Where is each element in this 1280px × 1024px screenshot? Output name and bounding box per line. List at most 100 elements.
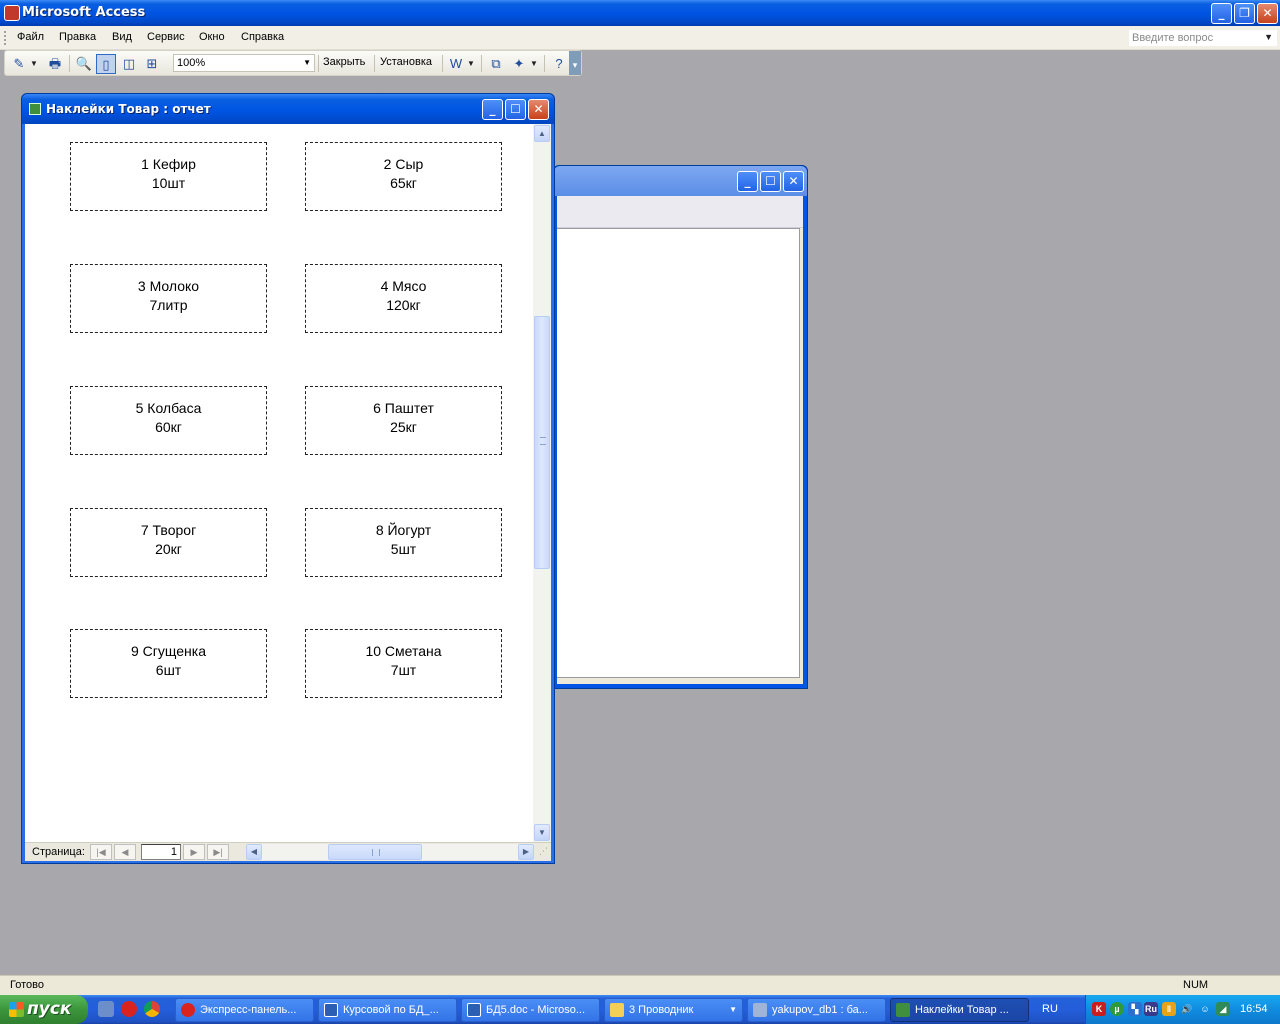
new-object-icon[interactable]: ✦: [509, 54, 529, 74]
page-setup-button[interactable]: Установка: [380, 56, 432, 68]
volume-icon[interactable]: 🔊: [1180, 1002, 1194, 1016]
page-number-input[interactable]: 1: [141, 844, 181, 860]
task-label: Наклейки Товар ...: [915, 1004, 1009, 1016]
close-preview-button[interactable]: Закрыть: [323, 56, 365, 68]
zoom-dropdown-icon[interactable]: ▼: [303, 58, 311, 67]
report-window[interactable]: Наклейки Товар : отчет _ ☐ ✕ 1 Кефир 10ш…: [21, 93, 555, 864]
dropdown-arrow-icon[interactable]: ▼: [1264, 32, 1273, 42]
close-button[interactable]: ✕: [528, 99, 549, 120]
office-links-dropdown-icon[interactable]: ▼: [466, 54, 476, 74]
torrent-icon[interactable]: µ: [1110, 1002, 1124, 1016]
database-window-content[interactable]: [557, 228, 800, 678]
task-database[interactable]: yakupov_db1 : ба...: [747, 998, 886, 1022]
nvidia-icon[interactable]: ◢: [1216, 1002, 1230, 1016]
menu-window[interactable]: Окно: [199, 31, 225, 43]
vertical-scrollbar[interactable]: ▲ ▼: [533, 124, 551, 842]
clock[interactable]: 16:54: [1240, 1003, 1268, 1015]
network-icon[interactable]: ▚: [1128, 1002, 1142, 1016]
maximize-button[interactable]: ☐: [505, 99, 526, 120]
maximize-button[interactable]: ☐: [760, 171, 781, 192]
vertical-scroll-thumb[interactable]: [534, 316, 550, 569]
report-icon[interactable]: [29, 103, 41, 115]
last-page-icon[interactable]: ▶|: [207, 844, 229, 860]
two-pages-icon[interactable]: ◫: [119, 54, 139, 74]
toolbar-options-icon[interactable]: ▾: [569, 51, 581, 75]
app-titlebar: Microsoft Access _ ❐ ✕: [0, 0, 1280, 26]
task-express-panel[interactable]: Экспресс-панель...: [175, 998, 314, 1022]
thumb-grip: [372, 849, 380, 856]
minimize-button[interactable]: _: [1211, 3, 1232, 24]
report-window-body: 1 Кефир 10шт 2 Сыр 65кг 3 Молоко 7литр 4…: [25, 124, 551, 861]
report-page[interactable]: 1 Кефир 10шт 2 Сыр 65кг 3 Молоко 7литр 4…: [25, 124, 533, 842]
antivirus-icon[interactable]: K: [1092, 1002, 1106, 1016]
office-links-icon[interactable]: W: [446, 54, 466, 74]
label-name: 10 Сметана: [365, 643, 442, 659]
print-icon[interactable]: 🖶: [45, 54, 65, 74]
menu-file[interactable]: Файл: [17, 31, 44, 43]
menu-edit[interactable]: Правка: [59, 31, 96, 43]
label-quantity: 10шт: [151, 175, 186, 191]
toolbar-separator: [69, 55, 70, 72]
close-button[interactable]: ✕: [783, 171, 804, 192]
ask-question-placeholder: Введите вопрос: [1132, 32, 1214, 44]
database-window[interactable]: _ ☐ ✕: [553, 165, 808, 689]
resize-grip-icon[interactable]: ⋰: [539, 846, 551, 858]
language-indicator[interactable]: RU: [1042, 1003, 1058, 1015]
view-dropdown-icon[interactable]: ▼: [29, 54, 39, 74]
start-button[interactable]: пуск: [0, 995, 88, 1024]
task-bd5-doc[interactable]: БД5.doc - Microso...: [461, 998, 600, 1022]
scroll-left-icon[interactable]: ◀: [246, 844, 262, 860]
label-quantity: 20кг: [155, 541, 182, 557]
menu-tools[interactable]: Сервис: [147, 31, 185, 43]
new-object-dropdown-icon[interactable]: ▼: [529, 54, 539, 74]
windows-logo-icon: [9, 1002, 24, 1017]
menu-help[interactable]: Справка: [241, 31, 284, 43]
next-page-icon[interactable]: ▶: [183, 844, 205, 860]
database-icon: [753, 1003, 767, 1017]
product-label: 6 Паштет 25кг: [305, 386, 502, 455]
task-explorer-group[interactable]: 3 Проводник ▼: [604, 998, 743, 1022]
scroll-up-icon[interactable]: ▲: [534, 125, 550, 142]
product-label: 5 Колбаса 60кг: [70, 386, 267, 455]
zoom-icon[interactable]: 🔍: [74, 54, 94, 74]
previous-page-icon[interactable]: ◀: [114, 844, 136, 860]
chrome-icon[interactable]: [144, 1001, 160, 1017]
label-quantity: 120кг: [386, 297, 421, 313]
agent-icon[interactable]: ☺: [1198, 1002, 1212, 1016]
minimize-button[interactable]: _: [482, 99, 503, 120]
folder-icon: [610, 1003, 624, 1017]
database-window-titlebar[interactable]: _ ☐ ✕: [554, 166, 807, 196]
design-view-icon[interactable]: ✎: [9, 54, 29, 74]
task-label: Экспресс-панель...: [200, 1004, 297, 1016]
task-labels-report[interactable]: Наклейки Товар ...: [890, 998, 1029, 1022]
close-button[interactable]: ✕: [1257, 3, 1278, 24]
media-icon[interactable]: ‖: [1162, 1002, 1176, 1016]
opera-icon[interactable]: [121, 1001, 137, 1017]
tray-language-icon[interactable]: Ru: [1144, 1002, 1158, 1016]
zoom-select[interactable]: 100% ▼: [173, 54, 315, 72]
show-desktop-icon[interactable]: [98, 1001, 114, 1017]
toolbar-separator: [374, 55, 375, 72]
label-name: 2 Сыр: [383, 156, 424, 172]
menu-view[interactable]: Вид: [112, 31, 132, 43]
minimize-button[interactable]: _: [737, 171, 758, 192]
access-key-icon[interactable]: [4, 5, 20, 21]
multiple-pages-icon[interactable]: ⊞: [142, 54, 162, 74]
horizontal-scrollbar[interactable]: ◀ ▶: [246, 844, 534, 860]
scroll-right-icon[interactable]: ▶: [518, 844, 534, 860]
task-coursework-doc[interactable]: Курсовой по БД_...: [318, 998, 457, 1022]
menubar-grip[interactable]: [4, 31, 7, 45]
horizontal-scroll-thumb[interactable]: [328, 844, 422, 860]
start-label: пуск: [27, 999, 72, 1019]
help-icon[interactable]: ?: [549, 54, 569, 74]
one-page-icon[interactable]: ▯: [96, 54, 116, 74]
ask-question-input[interactable]: Введите вопрос ▼: [1128, 29, 1278, 47]
database-window-icon[interactable]: ⧉: [486, 54, 506, 74]
status-text: Готово: [10, 979, 44, 991]
first-page-icon[interactable]: |◀: [90, 844, 112, 860]
scroll-down-icon[interactable]: ▼: [534, 824, 550, 841]
restore-button[interactable]: ❐: [1234, 3, 1255, 24]
report-window-titlebar[interactable]: Наклейки Товар : отчет _ ☐ ✕: [22, 94, 554, 124]
toolbar-separator: [318, 55, 319, 72]
product-label: 7 Творог 20кг: [70, 508, 267, 577]
